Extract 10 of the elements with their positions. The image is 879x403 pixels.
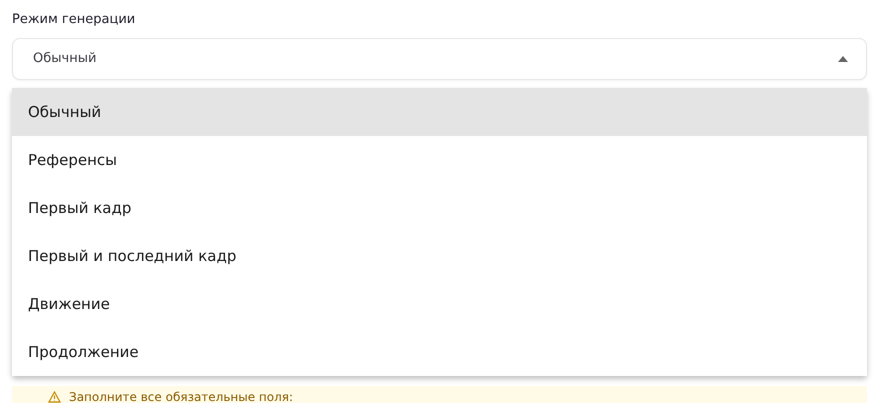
field-label: Режим генерации: [12, 11, 136, 29]
dropdown-option[interactable]: Первый и последний кадр: [12, 232, 867, 280]
dropdown-option[interactable]: Движение: [12, 280, 867, 328]
warning-icon: [48, 390, 61, 402]
dropdown-option[interactable]: Обычный: [12, 88, 867, 136]
dropdown-option[interactable]: Референсы: [12, 136, 867, 184]
warning-text: Заполните все обязательные поля:: [69, 390, 294, 402]
mode-select[interactable]: Обычный: [12, 38, 867, 80]
dropdown-option[interactable]: Первый кадр: [12, 184, 867, 232]
dropdown-option[interactable]: Продолжение: [12, 328, 867, 376]
